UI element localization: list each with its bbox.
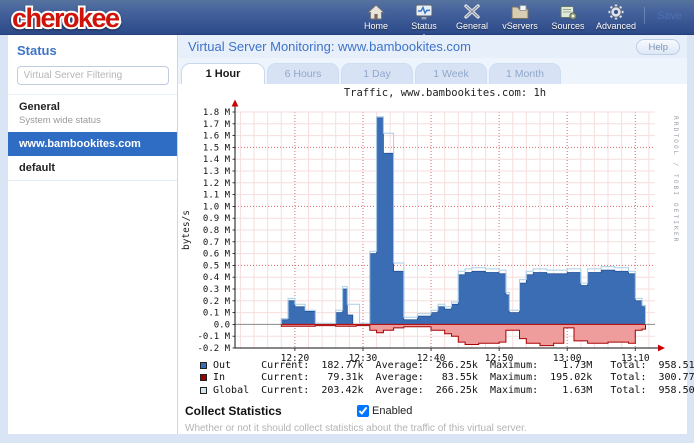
main-header: Virtual Server Monitoring: www.bambookit… bbox=[178, 35, 687, 58]
svg-text:0.1 M: 0.1 M bbox=[203, 309, 231, 319]
logo-text: cherokee bbox=[12, 3, 120, 33]
chart-ylabel: bytes/s bbox=[181, 210, 192, 250]
enabled-label: Enabled bbox=[372, 405, 412, 417]
cherokee-logo[interactable]: cherokee bbox=[8, 2, 150, 34]
nav-item-home[interactable]: Home bbox=[352, 3, 400, 35]
legend-row-global: Global Current: 203.42k Average: 266.25k… bbox=[200, 384, 694, 397]
tab-1-month[interactable]: 1 Month bbox=[489, 63, 561, 84]
tab-1-hour[interactable]: 1 Hour bbox=[181, 63, 265, 84]
tab-1-week[interactable]: 1 Week bbox=[415, 63, 487, 84]
tab-1-day[interactable]: 1 Day bbox=[341, 63, 413, 84]
traffic-chart-svg: 1.8 M 1.7 M 1.6 M1.5 M 1.4 M 1.3 M 1.2 M 1.1 M… bbox=[178, 84, 687, 364]
nav-item-general[interactable]: General bbox=[448, 3, 496, 35]
svg-text:1.1 M: 1.1 M bbox=[203, 191, 231, 201]
tab-bar: 1 Hour6 Hours1 Day1 Week1 Month bbox=[178, 58, 687, 84]
nav-item-vservers[interactable]: vServers bbox=[496, 3, 544, 35]
legend-text: Global Current: 203.42k Average: 266.25k… bbox=[213, 385, 694, 396]
vserver-list: General System wide status www.bambookites… bbox=[8, 94, 177, 181]
enabled-checkbox[interactable] bbox=[357, 405, 369, 417]
sidebar-item-general[interactable]: General System wide status bbox=[8, 95, 177, 132]
nav-label: Home bbox=[364, 21, 388, 31]
nav-label: General bbox=[456, 21, 488, 31]
svg-text:1.5 M: 1.5 M bbox=[203, 143, 231, 153]
svg-text:1.2 M: 1.2 M bbox=[203, 179, 231, 189]
svg-text:0.6 M: 0.6 M bbox=[203, 250, 231, 260]
svg-text:0.5 M: 0.5 M bbox=[203, 261, 231, 271]
sidebar-item-sublabel: System wide status bbox=[19, 115, 166, 126]
legend-swatch-out bbox=[200, 362, 207, 369]
gear-icon bbox=[605, 3, 627, 22]
sidebar-item-default[interactable]: default bbox=[8, 156, 177, 181]
svg-text:0.8 M: 0.8 M bbox=[203, 226, 231, 236]
top-navigation: Home Status General vServers Sources Advanced bbox=[352, 3, 640, 35]
rrdtool-watermark: RRDTOOL / TOBI OETIKER bbox=[672, 116, 679, 243]
sidebar-item-www-bambookites-com[interactable]: www.bambookites.com bbox=[8, 132, 177, 156]
svg-text:-0.2 M: -0.2 M bbox=[197, 344, 230, 354]
chart-title: Traffic, www.bambookites.com: 1h bbox=[344, 87, 546, 99]
nav-label: Status bbox=[411, 21, 437, 31]
sidebar-title: Status bbox=[8, 35, 177, 66]
nav-item-sources[interactable]: Sources bbox=[544, 3, 592, 35]
svg-text:0.0: 0.0 bbox=[214, 320, 230, 330]
nav-item-status[interactable]: Status bbox=[400, 3, 448, 35]
sidebar: Status General System wide status www.bamb… bbox=[8, 35, 178, 434]
collect-statistics-label: Collect Statistics bbox=[185, 404, 357, 418]
monitoring-content: 1.8 M 1.7 M 1.6 M1.5 M 1.4 M 1.3 M 1.2 M 1.1 M… bbox=[178, 84, 687, 434]
chart-legend: Out Current: 182.77k Average: 266.25k Ma… bbox=[200, 359, 694, 397]
sidebar-item-label: default bbox=[19, 162, 166, 174]
sidebar-item-label: www.bambookites.com bbox=[19, 138, 166, 150]
sidebar-item-label: General bbox=[19, 101, 166, 113]
topbar-divider bbox=[644, 7, 645, 24]
svg-text:0.2 M: 0.2 M bbox=[203, 297, 231, 307]
status-icon bbox=[413, 3, 435, 22]
svg-text:1.7 M: 1.7 M bbox=[203, 120, 231, 130]
nav-item-advanced[interactable]: Advanced bbox=[592, 3, 640, 35]
page-title: Virtual Server Monitoring: www.bambookit… bbox=[188, 39, 471, 54]
svg-text:1.0 M: 1.0 M bbox=[203, 202, 231, 212]
main-panel: Virtual Server Monitoring: www.bambookit… bbox=[178, 35, 687, 434]
legend-text: Out Current: 182.77k Average: 266.25k Ma… bbox=[213, 360, 694, 371]
svg-text:0.3 M: 0.3 M bbox=[203, 285, 231, 295]
vserver-filter-input[interactable] bbox=[17, 66, 169, 85]
topbar: cherokee Home Status General vServers Source… bbox=[0, 0, 694, 35]
vservers-icon bbox=[509, 3, 531, 22]
home-icon bbox=[365, 3, 387, 22]
nav-label: Advanced bbox=[596, 21, 636, 31]
enabled-checkbox-group: Enabled bbox=[357, 405, 412, 417]
svg-text:-0.1 M: -0.1 M bbox=[197, 332, 230, 342]
legend-row-out: Out Current: 182.77k Average: 266.25k Ma… bbox=[200, 359, 694, 372]
svg-text:1.4 M: 1.4 M bbox=[203, 155, 231, 165]
collect-statistics-description: Whether or not it should collect statist… bbox=[185, 423, 681, 434]
svg-text:0.9 M: 0.9 M bbox=[203, 214, 231, 224]
legend-text: In Current: 79.31k Average: 83.55k Maxim… bbox=[213, 372, 694, 383]
legend-row-in: In Current: 79.31k Average: 83.55k Maxim… bbox=[200, 372, 694, 385]
tab-6-hours[interactable]: 6 Hours bbox=[267, 63, 339, 84]
nav-label: vServers bbox=[502, 21, 538, 31]
legend-swatch-in bbox=[200, 374, 207, 381]
page-body: Status General System wide status www.bamb… bbox=[0, 35, 694, 434]
svg-text:1.8 M: 1.8 M bbox=[203, 108, 231, 118]
svg-text:0.4 M: 0.4 M bbox=[203, 273, 231, 283]
nav-label: Sources bbox=[551, 21, 584, 31]
tools-icon bbox=[461, 3, 483, 22]
collect-statistics-section: Collect Statistics Enabled Whether or no… bbox=[185, 404, 681, 434]
svg-text:0.7 M: 0.7 M bbox=[203, 238, 231, 248]
save-button[interactable]: Save bbox=[657, 10, 682, 22]
svg-text:1.3 M: 1.3 M bbox=[203, 167, 231, 177]
sources-icon bbox=[557, 3, 579, 22]
help-button[interactable]: Help bbox=[636, 39, 680, 55]
save-area: Save bbox=[644, 7, 682, 24]
legend-swatch-global bbox=[200, 387, 207, 394]
svg-text:1.6 M: 1.6 M bbox=[203, 132, 231, 142]
